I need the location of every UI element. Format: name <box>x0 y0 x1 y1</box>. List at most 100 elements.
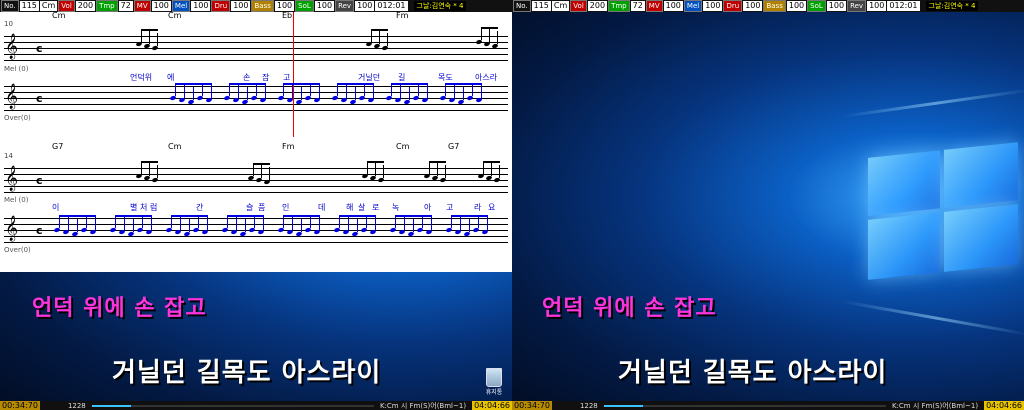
recycle-bin-icon <box>486 368 502 387</box>
time-signature: c <box>36 174 43 187</box>
mv-value[interactable]: 100 <box>663 1 683 11</box>
reverb-value[interactable]: 100 <box>867 1 887 11</box>
score-lyric: 로 <box>372 203 380 212</box>
chord-label: Cm <box>396 142 410 151</box>
volume-value[interactable]: 200 <box>75 1 96 11</box>
reverb-value[interactable]: 100 <box>355 1 375 11</box>
windows-logo-icon <box>868 142 1018 280</box>
time-signature: c <box>36 42 43 55</box>
note-beam <box>391 83 428 85</box>
mv-label: MV <box>133 0 151 12</box>
note-beam <box>367 161 384 163</box>
sol-value[interactable]: 100 <box>826 1 847 11</box>
treble-clef-icon: 𝄞 <box>5 166 19 191</box>
recycle-bin-shortcut[interactable]: 휴지통 <box>484 368 504 398</box>
time-signature: c <box>36 92 43 105</box>
score-lyric: 살 <box>358 203 366 212</box>
note-stem <box>404 217 405 230</box>
note-beam <box>59 215 96 217</box>
score-lyric: 간 <box>196 203 204 212</box>
note-stem <box>437 163 438 176</box>
position-value: 012:01 <box>887 1 920 11</box>
drum-label: Dru <box>211 0 231 12</box>
player-toolbar: No. 115 Cm Vol 200 Tmp 72 MV 100 Mel 100… <box>0 0 512 12</box>
score-lyric: 럼 <box>150 203 158 212</box>
mv-value[interactable]: 100 <box>151 1 171 11</box>
note-stem <box>157 165 158 178</box>
status-bar: 00:34:70 1228 K:Cm 시 Fm(S)어(Bml~1) 04:04… <box>512 401 1024 410</box>
counter: 1228 <box>67 401 86 410</box>
note-stem <box>261 165 262 178</box>
bass-label: Bass <box>763 0 786 12</box>
note-stem <box>180 217 181 230</box>
lyrics-line-2: 거닐던 길목도 아스라이 <box>112 358 382 388</box>
note-beam <box>371 29 388 31</box>
song-number-label: No. <box>1 0 19 12</box>
lyrics-line-1: 언덕 위에 손 잡고 <box>32 296 207 321</box>
mv-label: MV <box>645 0 663 12</box>
song-title: 그날:김연숙 * 4 <box>925 1 979 11</box>
note-beam <box>283 215 320 217</box>
note-stem <box>348 217 349 230</box>
note-stem <box>301 219 302 232</box>
note-stem <box>263 217 264 230</box>
note-stem <box>133 219 134 232</box>
recycle-bin-label: 휴지통 <box>485 389 503 396</box>
key-value[interactable]: Cm <box>39 1 58 11</box>
note-beam <box>229 83 266 85</box>
song-number-value[interactable]: 115 <box>19 1 39 11</box>
chord-label: G7 <box>52 142 64 151</box>
seek-bar[interactable] <box>603 404 886 407</box>
drum-value[interactable]: 100 <box>743 1 763 11</box>
note-stem <box>265 85 266 98</box>
note-stem <box>413 219 414 232</box>
song-number-value[interactable]: 115 <box>531 1 551 11</box>
tempo-value[interactable]: 72 <box>118 1 133 11</box>
note-beam <box>115 215 152 217</box>
note-stem <box>149 31 150 44</box>
note-stem <box>481 85 482 98</box>
score-lyric: 고 <box>446 203 454 212</box>
key-value[interactable]: Cm <box>551 1 570 11</box>
note-beam <box>253 163 270 165</box>
note-stem <box>387 33 388 46</box>
note-stem <box>95 217 96 230</box>
drum-value[interactable]: 100 <box>231 1 251 11</box>
seek-bar[interactable] <box>91 404 374 407</box>
bass-value[interactable]: 100 <box>786 1 807 11</box>
score-lyric: 요 <box>488 203 496 212</box>
chord-label: Fm <box>396 11 409 20</box>
note-beam <box>429 161 446 163</box>
score-lyric: 픔 <box>258 203 266 212</box>
score-lyric: 잡 <box>262 73 270 82</box>
note-beam <box>339 215 376 217</box>
volume-value[interactable]: 200 <box>587 1 608 11</box>
bass-value[interactable]: 100 <box>274 1 295 11</box>
score-lyric: 별 <box>130 203 138 212</box>
score-lyric: 녹 <box>392 203 400 212</box>
left-monitor: No. 115 Cm Vol 200 Tmp 72 MV 100 Mel 100… <box>0 0 512 410</box>
note-beam <box>337 83 374 85</box>
score-lyric: 데 <box>318 203 326 212</box>
note-stem <box>151 217 152 230</box>
tempo-label: Tmp <box>608 0 630 12</box>
mel-value[interactable]: 100 <box>191 1 211 11</box>
mel-value[interactable]: 100 <box>703 1 723 11</box>
note-stem <box>431 217 432 230</box>
tempo-value[interactable]: 72 <box>630 1 645 11</box>
sol-label: SoL <box>807 0 826 12</box>
right-monitor: No. 115 Cm Vol 200 Tmp 72 MV 100 Mel 100… <box>512 0 1024 410</box>
score-lyric: 아스라 <box>475 73 498 82</box>
position-value: 012:01 <box>375 1 408 11</box>
lyrics-line-2: 거닐던 길목도 아스라이 <box>618 358 888 388</box>
note-stem <box>355 87 356 100</box>
note-beam <box>141 161 158 163</box>
note-stem <box>245 219 246 232</box>
total-time: 04:04:66 <box>984 401 1024 410</box>
player-toolbar: No. 115 Cm Vol 200 Tmp 72 MV 100 Mel 100… <box>512 0 1024 12</box>
note-stem <box>375 217 376 230</box>
sol-value[interactable]: 100 <box>314 1 335 11</box>
note-stem <box>499 165 500 178</box>
note-stem <box>346 85 347 98</box>
track-label-mel: Mel (0) <box>4 196 29 204</box>
